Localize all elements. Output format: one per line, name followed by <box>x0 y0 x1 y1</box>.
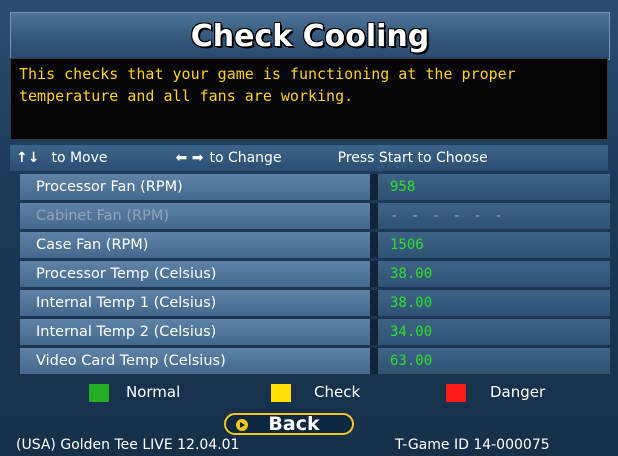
description-box: This checks that your game is functionin… <box>10 58 608 140</box>
row-cabinet-fan: Cabinet Fan (RPM) - - - - - - <box>20 203 610 229</box>
row-divider <box>370 290 378 316</box>
version-text: (USA) Golden Tee LIVE 12.04.01 <box>16 437 240 453</box>
row-label: Video Card Temp (Celsius) <box>20 348 370 374</box>
danger-swatch <box>446 384 466 402</box>
normal-swatch <box>89 384 109 402</box>
row-value: 38.00 <box>378 261 610 287</box>
row-processor-fan[interactable]: Processor Fan (RPM) 958 <box>20 174 610 200</box>
row-label: Processor Temp (Celsius) <box>20 261 370 287</box>
back-button[interactable]: Back <box>224 413 354 435</box>
left-right-arrows-icon: ⬅ ➡ <box>175 150 204 166</box>
status-legend: Normal Check Danger <box>0 381 618 403</box>
row-value: - - - - - - <box>378 203 610 229</box>
row-divider <box>370 174 378 200</box>
row-internal-temp-1[interactable]: Internal Temp 1 (Celsius) 38.00 <box>20 290 610 316</box>
row-value: 63.00 <box>378 348 610 374</box>
row-divider <box>370 261 378 287</box>
row-label: Internal Temp 1 (Celsius) <box>20 290 370 316</box>
row-label: Processor Fan (RPM) <box>20 174 370 200</box>
check-swatch <box>271 384 291 402</box>
up-down-arrows-icon: ↑↓ <box>16 150 40 166</box>
row-value: 1506 <box>378 232 610 258</box>
play-icon <box>236 419 248 431</box>
back-label: Back <box>268 413 320 435</box>
row-label: Cabinet Fan (RPM) <box>20 203 370 229</box>
page-title: Check Cooling <box>190 18 430 54</box>
screen-frame: Check Cooling This checks that your game… <box>0 0 618 456</box>
row-case-fan[interactable]: Case Fan (RPM) 1506 <box>20 232 610 258</box>
help-choose-text: Press Start to Choose <box>337 150 488 166</box>
row-value: 38.00 <box>378 290 610 316</box>
row-divider <box>370 348 378 374</box>
row-label: Case Fan (RPM) <box>20 232 370 258</box>
title-bar: Check Cooling <box>10 12 610 60</box>
danger-label: Danger <box>490 383 546 401</box>
row-label: Internal Temp 2 (Celsius) <box>20 319 370 345</box>
row-internal-temp-2[interactable]: Internal Temp 2 (Celsius) 34.00 <box>20 319 610 345</box>
check-label: Check <box>314 383 361 401</box>
game-id-text: T-Game ID 14-000075 <box>395 437 550 453</box>
description-text: This checks that your game is functionin… <box>19 65 516 105</box>
row-divider <box>370 203 378 229</box>
help-bar: ↑↓ to Move ⬅ ➡ to Change Press Start to … <box>10 145 608 171</box>
row-divider <box>370 319 378 345</box>
cooling-table: Processor Fan (RPM) 958 Cabinet Fan (RPM… <box>20 174 610 377</box>
row-video-card-temp[interactable]: Video Card Temp (Celsius) 63.00 <box>20 348 610 374</box>
help-change-text: to Change <box>209 150 282 166</box>
row-divider <box>370 232 378 258</box>
row-value: 34.00 <box>378 319 610 345</box>
help-move-text: to Move <box>51 150 108 166</box>
row-processor-temp[interactable]: Processor Temp (Celsius) 38.00 <box>20 261 610 287</box>
normal-label: Normal <box>126 383 181 401</box>
row-value: 958 <box>378 174 610 200</box>
